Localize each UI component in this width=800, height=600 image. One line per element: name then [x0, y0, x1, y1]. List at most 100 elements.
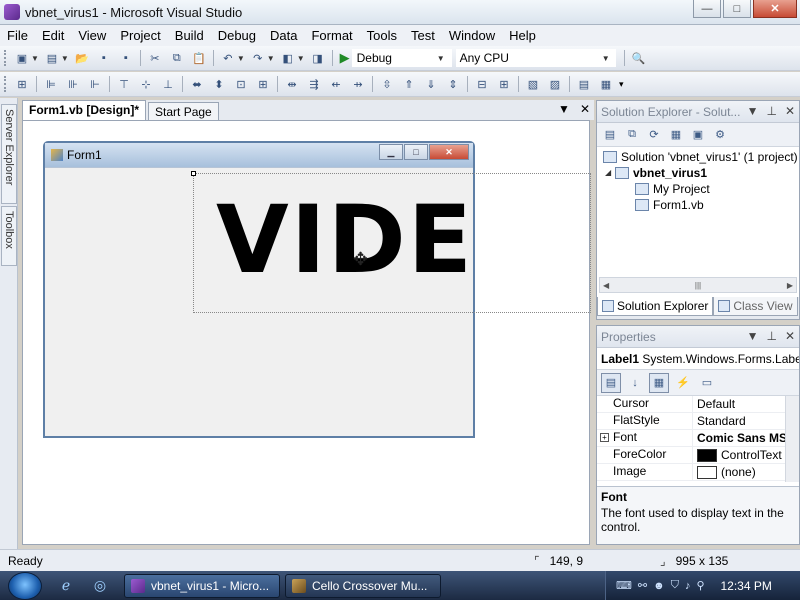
- refresh-icon[interactable]: ⟳: [645, 126, 663, 144]
- property-row[interactable]: FlatStyle Standard: [597, 413, 799, 430]
- start-button[interactable]: [8, 571, 42, 600]
- clock[interactable]: 12:34 PM: [721, 579, 772, 593]
- form1-title-bar[interactable]: Form1 ▁ □ ✕: [45, 143, 473, 167]
- property-value[interactable]: (none): [693, 464, 799, 480]
- active-files-dropdown-icon[interactable]: ▼: [558, 102, 570, 116]
- keyboard-icon[interactable]: ⌨: [616, 579, 632, 592]
- align-centers-icon[interactable]: ⊪: [64, 75, 82, 93]
- internet-explorer-icon[interactable]: ℯ: [56, 576, 76, 596]
- chevron-down-icon[interactable]: ▼: [31, 54, 39, 63]
- tab-form1-design[interactable]: Form1.vb [Design]*: [22, 100, 147, 120]
- property-value[interactable]: Comic Sans MS: [693, 430, 799, 446]
- menu-help[interactable]: Help: [502, 28, 543, 43]
- properties-header[interactable]: Properties ▼ ⊥ ✕: [597, 326, 799, 348]
- messenger-icon[interactable]: ☻: [653, 580, 665, 592]
- chevron-down-icon[interactable]: ▼: [297, 54, 305, 63]
- property-row[interactable]: Image (none): [597, 464, 799, 481]
- form-designer-surface[interactable]: Form1 ▁ □ ✕ VIDEO ✥: [22, 120, 591, 545]
- make-same-size-icon[interactable]: ⊡: [232, 75, 250, 93]
- toolbar-grip[interactable]: [4, 50, 7, 66]
- auto-hide-pin-icon[interactable]: ⊥: [766, 104, 776, 118]
- tree-node-my-project[interactable]: My Project: [603, 181, 799, 197]
- tab-class-view[interactable]: Class View: [713, 297, 798, 316]
- toolbox-tab[interactable]: Toolbox: [1, 206, 17, 266]
- close-button[interactable]: ✕: [753, 0, 797, 18]
- maximize-button[interactable]: □: [723, 0, 751, 18]
- make-same-height-icon[interactable]: ⬍: [210, 75, 228, 93]
- copy-icon[interactable]: ⧉: [168, 49, 186, 67]
- view-class-diagram-icon[interactable]: ⚙: [711, 126, 729, 144]
- add-project-icon[interactable]: ▣: [13, 49, 31, 67]
- property-pages-icon[interactable]: ▭: [697, 373, 717, 393]
- search-icon[interactable]: ⚲: [696, 579, 704, 592]
- menu-view[interactable]: View: [71, 28, 113, 43]
- property-grid-scrollbar[interactable]: [785, 396, 799, 482]
- taskbar-button-visual-studio[interactable]: vbnet_virus1 - Micro...: [124, 574, 280, 598]
- show-all-files-icon[interactable]: ⧉: [623, 126, 641, 144]
- increase-horizontal-spacing-icon[interactable]: ⇶: [305, 75, 323, 93]
- remove-vertical-spacing-icon[interactable]: ⇕: [444, 75, 462, 93]
- close-panel-icon[interactable]: ✕: [785, 329, 795, 343]
- solution-explorer-header[interactable]: Solution Explorer - Solut... ▼ ⊥ ✕: [597, 101, 799, 123]
- close-panel-icon[interactable]: ✕: [785, 104, 795, 118]
- cut-icon[interactable]: ✂: [146, 49, 164, 67]
- property-row[interactable]: Cursor Default: [597, 396, 799, 413]
- menu-format[interactable]: Format: [304, 28, 359, 43]
- window-position-dropdown-icon[interactable]: ▼: [747, 329, 759, 343]
- network-icon[interactable]: ⚯: [638, 579, 647, 592]
- auto-hide-pin-icon[interactable]: ⊥: [766, 329, 776, 343]
- property-row[interactable]: + Font Comic Sans MS: [597, 430, 799, 447]
- increase-vertical-spacing-icon[interactable]: ⇑: [400, 75, 418, 93]
- scroll-left-icon[interactable]: ◀: [603, 281, 609, 290]
- size-to-grid-icon[interactable]: ⊞: [254, 75, 272, 93]
- bring-to-front-icon[interactable]: ▧: [524, 75, 542, 93]
- navigate-backward-icon[interactable]: ◧: [279, 49, 297, 67]
- chevron-down-icon[interactable]: ▼: [237, 54, 245, 63]
- save-all-icon[interactable]: ▪: [117, 49, 135, 67]
- align-bottoms-icon[interactable]: ⊥: [159, 75, 177, 93]
- properties-icon[interactable]: ▤: [601, 126, 619, 144]
- decrease-vertical-spacing-icon[interactable]: ⇓: [422, 75, 440, 93]
- alphabetical-icon[interactable]: ↓: [625, 373, 645, 393]
- send-to-back-icon[interactable]: ▨: [546, 75, 564, 93]
- property-value[interactable]: ControlText: [693, 447, 799, 463]
- undo-icon[interactable]: ↶: [219, 49, 237, 67]
- center-vertically-icon[interactable]: ⊞: [495, 75, 513, 93]
- align-middles-icon[interactable]: ⊹: [137, 75, 155, 93]
- menu-data[interactable]: Data: [263, 28, 304, 43]
- menu-tools[interactable]: Tools: [360, 28, 404, 43]
- start-debugging-icon[interactable]: ▶: [340, 50, 350, 66]
- open-file-icon[interactable]: 📂: [73, 49, 91, 67]
- align-lefts-icon[interactable]: ⊫: [42, 75, 60, 93]
- menu-project[interactable]: Project: [113, 28, 167, 43]
- decrease-horizontal-spacing-icon[interactable]: ⇷: [327, 75, 345, 93]
- tab-start-page[interactable]: Start Page: [148, 102, 219, 120]
- tree-node-project[interactable]: ◢ vbnet_virus1: [603, 165, 799, 181]
- menu-debug[interactable]: Debug: [211, 28, 263, 43]
- label1-text[interactable]: VIDEO: [216, 186, 476, 295]
- property-row[interactable]: ForeColor ControlText: [597, 447, 799, 464]
- menu-window[interactable]: Window: [442, 28, 502, 43]
- solution-platform-select[interactable]: Any CPU ▼: [455, 49, 616, 67]
- make-horizontal-spacing-equal-icon[interactable]: ⇹: [283, 75, 301, 93]
- lock-controls-icon[interactable]: ▦: [597, 75, 615, 93]
- volume-icon[interactable]: ♪: [685, 580, 691, 592]
- horizontal-scrollbar[interactable]: ◀ ||| ▶: [599, 277, 797, 293]
- security-shield-icon[interactable]: ⛉: [671, 579, 679, 592]
- scroll-thumb-grip-icon[interactable]: |||: [695, 281, 701, 290]
- toolbar-overflow-icon[interactable]: ▾: [619, 79, 624, 90]
- align-to-grid-icon[interactable]: ⊞: [13, 75, 31, 93]
- resize-handle[interactable]: [191, 171, 196, 176]
- taskbar-button-cello[interactable]: Cello Crossover Mu...: [285, 574, 441, 598]
- view-code-icon[interactable]: ▦: [667, 126, 685, 144]
- tab-order-icon[interactable]: ▤: [575, 75, 593, 93]
- collapse-arrow-icon[interactable]: ◢: [605, 165, 615, 181]
- menu-build[interactable]: Build: [168, 28, 211, 43]
- server-explorer-tab[interactable]: Server Explorer: [1, 104, 17, 204]
- categorized-icon[interactable]: ▤: [601, 372, 621, 393]
- tab-solution-explorer[interactable]: Solution Explorer: [597, 297, 714, 316]
- menu-edit[interactable]: Edit: [35, 28, 71, 43]
- window-position-dropdown-icon[interactable]: ▼: [747, 104, 759, 118]
- tree-node-form1[interactable]: Form1.vb: [603, 197, 799, 213]
- toolbar-grip[interactable]: [4, 76, 7, 92]
